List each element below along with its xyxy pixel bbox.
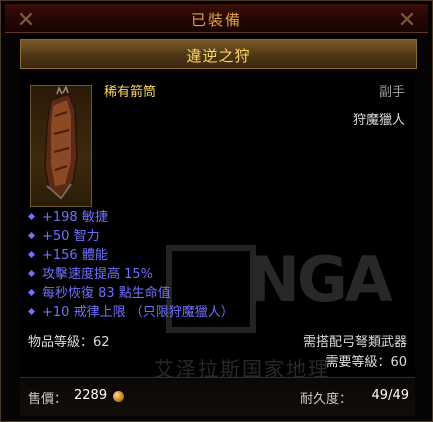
item-slot: 副手 [378, 85, 405, 100]
sell-price-value: 2289 [74, 388, 108, 403]
durability-value: 49/49 [371, 388, 409, 403]
bullet-icon [27, 231, 36, 240]
ornament-right-icon: ✕ [397, 8, 417, 33]
item-type: 稀有箭筒 [104, 85, 157, 100]
equipped-label: 已裝備 [190, 11, 242, 29]
watermark-logo: NGA [248, 243, 393, 316]
stat-text: +156 體能 [42, 248, 108, 263]
bullet-icon [27, 250, 36, 259]
stat-line: +50 智力 [26, 227, 234, 246]
weapon-requirement: 需搭配弓弩類武器 [302, 335, 407, 350]
item-class: 狩魔獵人 [352, 113, 405, 128]
stat-line: 攻擊速度提高 15% [26, 265, 234, 284]
bullet-icon [27, 212, 36, 221]
stat-text: +198 敏捷 [42, 210, 108, 225]
stat-text: 攻擊速度提高 15% [42, 267, 154, 282]
tooltip-footer: 售價： 2289 耐久度： 49/49 [20, 377, 415, 416]
quiver-icon [30, 85, 92, 207]
bullet-icon [27, 288, 36, 297]
stat-line: +198 敏捷 [26, 208, 234, 227]
equipped-header: ✕ 已裝備 ✕ [5, 4, 428, 33]
sell-price-label: 售價： [28, 392, 68, 407]
level-requirement: 需要等級：60 [325, 355, 407, 370]
item-level: 物品等級：62 [28, 335, 110, 350]
stat-text: 每秒恢復 83 點生命值 [42, 286, 171, 301]
stat-text: +10 戒律上限 （只限狩魔獵人） [42, 305, 234, 320]
bullet-icon [27, 269, 36, 278]
stat-line: +10 戒律上限 （只限狩魔獵人） [26, 303, 234, 322]
durability-label: 耐久度： [300, 392, 353, 407]
stat-text: +50 智力 [42, 229, 100, 244]
gold-coin-icon [113, 391, 124, 402]
stat-line: +156 體能 [26, 246, 234, 265]
bullet-icon [27, 307, 36, 316]
item-name: 違逆之狩 [186, 47, 251, 65]
item-tooltip: ✕ 已裝備 ✕ 違逆之狩 稀有箭筒 副手 狩魔獵人 NGA 艾泽拉斯国家地理 +… [0, 0, 433, 422]
item-details: 稀有箭筒 副手 狩魔獵人 NGA 艾泽拉斯国家地理 +198 敏捷 +50 智力… [20, 73, 415, 381]
stat-list: +198 敏捷 +50 智力 +156 體能 攻擊速度提高 15% 每秒恢復 8… [26, 208, 234, 322]
stat-line: 每秒恢復 83 點生命值 [26, 284, 234, 303]
item-name-banner: 違逆之狩 [20, 39, 417, 69]
